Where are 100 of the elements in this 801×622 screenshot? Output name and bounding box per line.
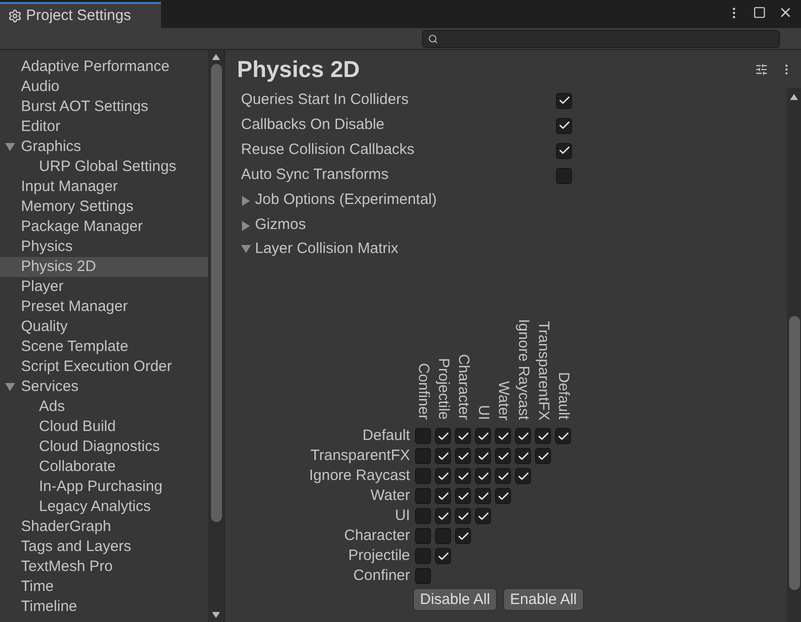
checkbox[interactable] bbox=[556, 118, 572, 134]
check-icon bbox=[516, 450, 530, 462]
sidebar-item[interactable]: ShaderGraph bbox=[0, 517, 208, 537]
checkbox[interactable] bbox=[435, 468, 451, 484]
sidebar-item[interactable]: In-App Purchasing bbox=[0, 477, 208, 497]
check-icon bbox=[456, 450, 470, 462]
checkbox[interactable] bbox=[415, 428, 431, 444]
column-header: Character bbox=[454, 354, 473, 420]
checkbox[interactable] bbox=[415, 548, 431, 564]
sidebar-item[interactable]: Editor bbox=[0, 117, 208, 137]
checkbox[interactable] bbox=[415, 528, 431, 544]
checkbox[interactable] bbox=[495, 488, 511, 504]
scrollbar[interactable] bbox=[208, 50, 224, 622]
sidebar-item[interactable]: Preset Manager bbox=[0, 297, 208, 317]
checkbox[interactable] bbox=[455, 428, 471, 444]
expanded-triangle-icon[interactable] bbox=[5, 142, 15, 152]
collapsed-triangle-icon[interactable] bbox=[241, 196, 251, 206]
search-icon bbox=[428, 34, 438, 44]
scroll-up-icon[interactable] bbox=[790, 94, 798, 100]
row-header: Character bbox=[343, 526, 411, 546]
sidebar-item[interactable]: Tags and Layers bbox=[0, 537, 208, 557]
checkbox[interactable] bbox=[415, 508, 431, 524]
sidebar-item[interactable]: Legacy Analytics bbox=[0, 497, 208, 517]
checkbox[interactable] bbox=[435, 428, 451, 444]
expanded-triangle-icon[interactable] bbox=[241, 244, 251, 254]
close-icon[interactable] bbox=[778, 5, 793, 20]
checkbox[interactable] bbox=[515, 428, 531, 444]
setting-label: Auto Sync Transforms bbox=[241, 165, 390, 186]
row-header: Water bbox=[370, 486, 411, 506]
sidebar-item[interactable]: Collaborate bbox=[0, 457, 208, 477]
sidebar-item[interactable]: Ads bbox=[0, 397, 208, 417]
collapsed-triangle-icon[interactable] bbox=[241, 220, 251, 230]
sidebar-item[interactable]: Physics 2D bbox=[0, 257, 208, 277]
column-header: Default bbox=[554, 372, 573, 420]
checkbox[interactable] bbox=[455, 528, 471, 544]
checkbox[interactable] bbox=[415, 488, 431, 504]
sidebar-item[interactable]: TextMesh Pro bbox=[0, 557, 208, 577]
checkbox[interactable] bbox=[475, 468, 491, 484]
checkbox[interactable] bbox=[455, 448, 471, 464]
matrix-button[interactable]: Enable All bbox=[503, 588, 584, 611]
scroll-up-icon[interactable] bbox=[212, 54, 220, 60]
sidebar-item[interactable]: Script Execution Order bbox=[0, 357, 208, 377]
checkbox[interactable] bbox=[435, 548, 451, 564]
check-icon bbox=[456, 430, 470, 442]
window-tab[interactable]: Project Settings bbox=[0, 2, 161, 28]
checkbox[interactable] bbox=[495, 448, 511, 464]
sidebar-item[interactable]: Adaptive Performance bbox=[0, 57, 208, 77]
checkbox[interactable] bbox=[435, 528, 451, 544]
sidebar-item[interactable]: Package Manager bbox=[0, 217, 208, 237]
checkbox[interactable] bbox=[475, 508, 491, 524]
foldout-label[interactable]: Layer Collision Matrix bbox=[255, 238, 398, 260]
foldout-label[interactable]: Job Options (Experimental) bbox=[255, 189, 437, 212]
checkbox[interactable] bbox=[455, 468, 471, 484]
sidebar-item[interactable]: Input Manager bbox=[0, 177, 208, 197]
checkbox[interactable] bbox=[415, 448, 431, 464]
sliders-icon[interactable] bbox=[755, 62, 768, 76]
checkbox[interactable] bbox=[435, 508, 451, 524]
sidebar-item[interactable]: Cloud Diagnostics bbox=[0, 437, 208, 457]
checkbox[interactable] bbox=[415, 568, 431, 584]
checkbox[interactable] bbox=[475, 428, 491, 444]
checkbox[interactable] bbox=[495, 428, 511, 444]
foldout-label[interactable]: Gizmos bbox=[255, 214, 306, 237]
maximize-icon[interactable] bbox=[753, 6, 766, 19]
sidebar-item[interactable]: Timeline bbox=[0, 597, 208, 617]
checkbox[interactable] bbox=[475, 488, 491, 504]
sidebar-item[interactable]: Player bbox=[0, 277, 208, 297]
expanded-triangle-icon[interactable] bbox=[5, 382, 15, 392]
sidebar-item[interactable]: Physics bbox=[0, 237, 208, 257]
checkbox[interactable] bbox=[415, 468, 431, 484]
checkbox[interactable] bbox=[556, 168, 572, 184]
sidebar-item[interactable]: Quality bbox=[0, 317, 208, 337]
matrix-button[interactable]: Disable All bbox=[413, 588, 498, 611]
scroll-down-icon[interactable] bbox=[212, 612, 220, 618]
checkbox[interactable] bbox=[435, 448, 451, 464]
checkbox[interactable] bbox=[515, 468, 531, 484]
sidebar-item[interactable]: Memory Settings bbox=[0, 197, 208, 217]
checkbox[interactable] bbox=[555, 428, 571, 444]
sidebar-item[interactable]: Burst AOT Settings bbox=[0, 97, 208, 117]
checkbox[interactable] bbox=[455, 488, 471, 504]
checkbox[interactable] bbox=[455, 508, 471, 524]
sidebar-item[interactable]: Graphics bbox=[0, 137, 208, 157]
sidebar-item[interactable]: Audio bbox=[0, 77, 208, 97]
sidebar-item[interactable]: Time bbox=[0, 577, 208, 597]
check-icon bbox=[476, 470, 490, 482]
search-field[interactable] bbox=[422, 30, 780, 48]
sidebar-item[interactable]: Cloud Build bbox=[0, 417, 208, 437]
check-icon bbox=[436, 470, 450, 482]
checkbox[interactable] bbox=[535, 448, 551, 464]
checkbox[interactable] bbox=[535, 428, 551, 444]
checkbox[interactable] bbox=[515, 448, 531, 464]
sidebar-item[interactable]: URP Global Settings bbox=[0, 157, 208, 177]
scrollbar[interactable] bbox=[787, 88, 801, 622]
checkbox[interactable] bbox=[556, 92, 572, 108]
row-header: Default bbox=[361, 426, 411, 446]
sidebar-item[interactable]: Scene Template bbox=[0, 337, 208, 357]
checkbox[interactable] bbox=[556, 142, 572, 158]
checkbox[interactable] bbox=[435, 488, 451, 504]
checkbox[interactable] bbox=[475, 448, 491, 464]
checkbox[interactable] bbox=[495, 468, 511, 484]
sidebar-item[interactable]: Services bbox=[0, 377, 208, 397]
